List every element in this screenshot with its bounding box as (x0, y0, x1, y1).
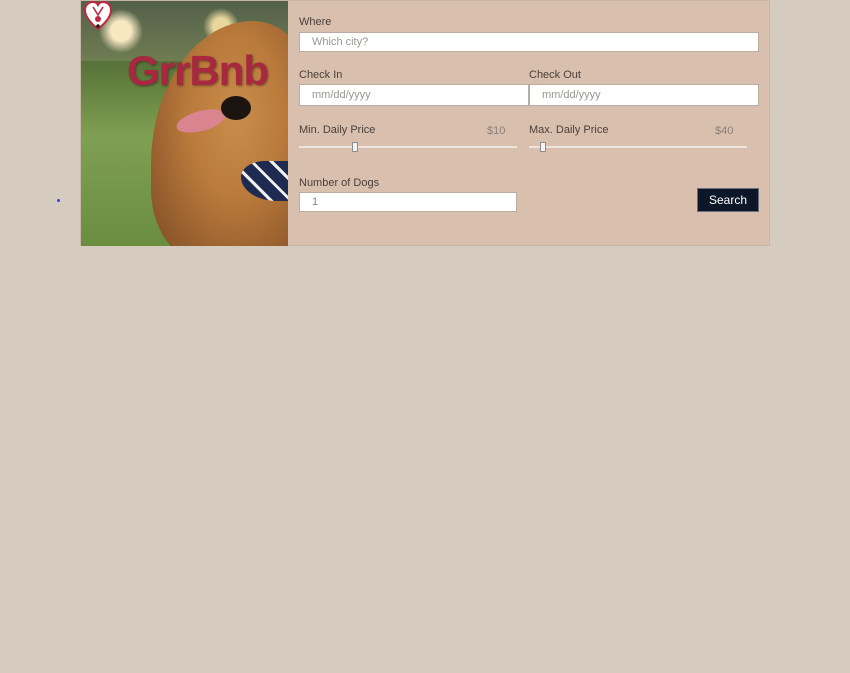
check-out-label: Check Out (529, 69, 581, 81)
stray-dot (57, 199, 60, 202)
check-in-label: Check In (299, 69, 343, 81)
check-out-input[interactable] (529, 84, 759, 106)
hero-dog-image: GrrBnb (81, 1, 288, 246)
dogs-label: Number of Dogs (299, 177, 380, 189)
min-price-label: Min. Daily Price (299, 124, 376, 136)
search-button[interactable]: Search (697, 188, 759, 212)
where-input[interactable] (299, 32, 759, 52)
where-label: Where (299, 16, 332, 28)
min-price-slider[interactable] (299, 146, 517, 148)
min-price-value: $10 (487, 125, 506, 137)
search-card: GrrBnb Where Check In Check Out Min. Dai… (80, 0, 770, 246)
max-price-label: Max. Daily Price (529, 124, 609, 136)
max-price-slider-thumb[interactable] (540, 142, 546, 152)
heart-dog-logo-icon (84, 1, 112, 31)
max-price-slider[interactable] (529, 146, 747, 148)
max-price-value: $40 (715, 125, 734, 137)
check-in-input[interactable] (299, 84, 529, 106)
brand-logo-text: GrrBnb (127, 47, 269, 94)
min-price-slider-thumb[interactable] (352, 142, 358, 152)
dogs-input[interactable] (299, 192, 517, 212)
